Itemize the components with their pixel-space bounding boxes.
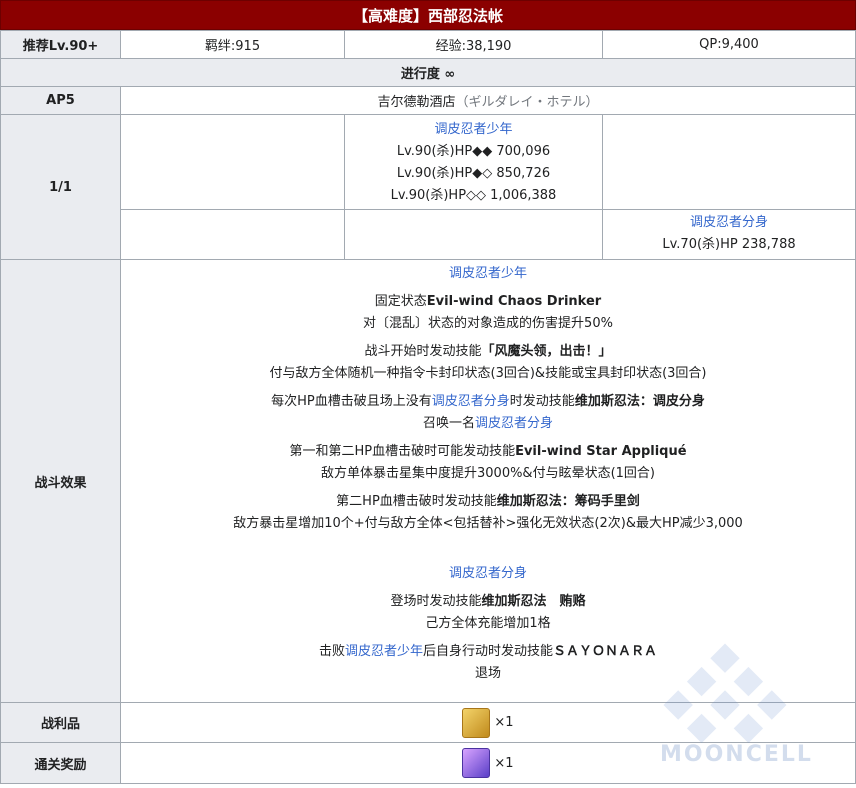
qp-value: QP:9,400 <box>602 30 856 59</box>
effect-l1b: Evil-wind Chaos Drinker <box>426 294 602 309</box>
wave-label: 1/1 <box>0 114 121 260</box>
ap-cost: AP5 <box>0 86 121 115</box>
progress-row: 进行度 ∞ <box>0 58 856 87</box>
exp-value: 经验:38,190 <box>344 30 603 59</box>
effect-boy-link[interactable]: 调皮忍者少年 <box>449 266 527 281</box>
effect-l9a: 第二HP血槽击破时发动技能 <box>336 494 497 509</box>
enemy-slot-empty-1 <box>120 114 345 210</box>
enemy-slot-empty-3 <box>120 209 345 260</box>
effect-l3b: 「风魔头领，出击！」 <box>481 344 612 359</box>
clear-reward-cell: ×1 <box>120 742 856 784</box>
battle-effects-content: 调皮忍者少年 固定状态Evil-wind Chaos Drinker 对〔混乱〕… <box>120 259 856 703</box>
loot-count: ×1 <box>494 715 514 730</box>
effect-l5-clone-link[interactable]: 调皮忍者分身 <box>432 394 510 409</box>
enemy-boy-hp-1: Lv.90(杀)HP◆◆ 700,096 <box>396 144 551 159</box>
gold-item-icon[interactable] <box>462 707 491 738</box>
clear-reward-label: 通关奖励 <box>0 742 121 784</box>
effect-l1a: 固定状态 <box>374 294 427 309</box>
effect-l3a: 战斗开始时发动技能 <box>364 344 482 359</box>
enemy-boy-hp-2: Lv.90(杀)HP◆◇ 850,726 <box>396 166 551 181</box>
enemy-slot-clone: 调皮忍者分身 Lv.70(杀)HP 238,788 <box>602 209 856 260</box>
effect-l8: 敌方单体暴击星集中度提升3000%&付与眩晕状态(1回合) <box>321 466 655 481</box>
effect-l2: 对〔混乱〕状态的对象造成的伤害提升50% <box>363 316 613 331</box>
enemy-slot-empty-4 <box>344 209 603 260</box>
battle-effects-label: 战斗效果 <box>0 259 121 703</box>
effect-l12: 己方全体充能增加1格 <box>425 616 551 631</box>
effect-l7b: Evil-wind Star Appliqué <box>515 444 687 459</box>
bond-value: 羁绊:915 <box>120 30 345 59</box>
location-name-jp: （ギルダレイ・ホテル） <box>455 95 599 110</box>
effect-l6a: 召唤一名 <box>422 416 475 431</box>
loot-label: 战利品 <box>0 702 121 743</box>
effect-l13d: ＳＡＹＯＮＡＲＡ <box>553 644 658 659</box>
location-name: 吉尔德勒酒店 <box>377 95 456 110</box>
effect-clone-link[interactable]: 调皮忍者分身 <box>449 566 527 581</box>
enemy-slot-boy: 调皮忍者少年 Lv.90(杀)HP◆◆ 700,096 Lv.90(杀)HP◆◇… <box>344 114 603 210</box>
effect-l11a: 登场时发动技能 <box>390 594 482 609</box>
effect-l9b: 维加斯忍法：筹码手里剑 <box>496 494 640 509</box>
quest-table: 【高难度】西部忍法帐 推荐Lv.90+ 羁绊:915 经验:38,190 QP:… <box>0 0 856 788</box>
quest-title: 【高难度】西部忍法帐 <box>0 0 856 30</box>
effect-l6-clone-link[interactable]: 调皮忍者分身 <box>475 416 553 431</box>
effect-l4: 付与敌方全体随机一种指令卡封印状态(3回合)&技能或宝具封印状态(3回合) <box>269 366 707 381</box>
clear-reward-count: ×1 <box>494 755 514 771</box>
effect-l11b: 维加斯忍法 贿赂 <box>481 594 586 609</box>
enemy-boy-hp-3: Lv.90(杀)HP◇◇ 1,006,388 <box>390 188 557 203</box>
enemy-boy-link[interactable]: 调皮忍者少年 <box>345 119 602 141</box>
effect-l13c: 后自身行动时发动技能 <box>423 644 554 659</box>
effect-l13-boy-link[interactable]: 调皮忍者少年 <box>345 644 423 659</box>
effect-l5c: 时发动技能 <box>509 394 575 409</box>
effect-l7a: 第一和第二HP血槽击破时可能发动技能 <box>289 444 516 459</box>
enemy-slot-empty-2 <box>602 114 856 210</box>
effect-l10: 敌方暴击星增加10个+付与敌方全体<包括替补>强化无效状态(2次)&最大HP减少… <box>233 516 743 531</box>
enemy-clone-link[interactable]: 调皮忍者分身 <box>603 212 855 234</box>
recommended-level: 推荐Lv.90+ <box>0 30 121 59</box>
loot-cell: ×1 <box>120 702 856 743</box>
effect-l14: 退场 <box>474 666 501 681</box>
purple-item-icon[interactable] <box>462 748 491 778</box>
effect-l5d: 维加斯忍法：调皮分身 <box>574 394 705 409</box>
effect-l13a: 击败 <box>318 644 345 659</box>
effect-l5a: 每次HP血槽击破且场上没有 <box>271 394 432 409</box>
enemy-clone-hp: Lv.70(杀)HP 238,788 <box>662 237 796 252</box>
location-cell: 吉尔德勒酒店 （ギルダレイ・ホテル） <box>120 86 856 115</box>
